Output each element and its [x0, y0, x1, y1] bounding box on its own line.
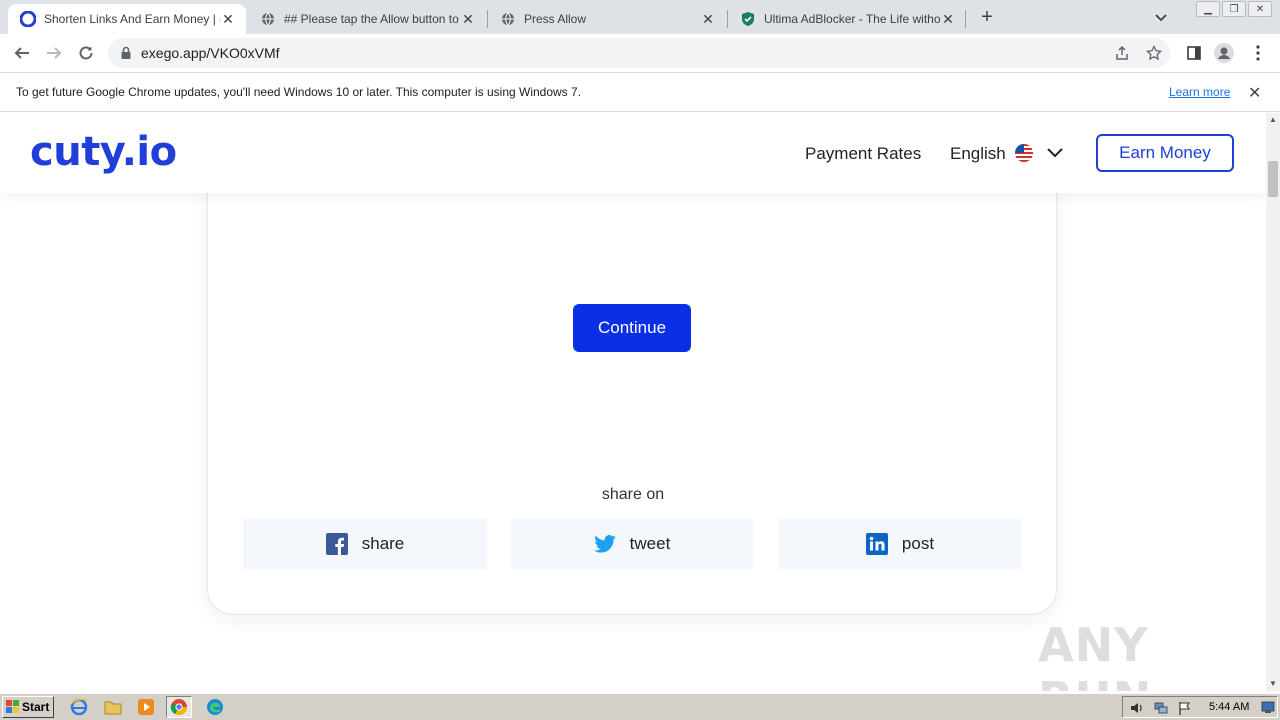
tab-press-allow[interactable]: Press Allow ✕: [488, 4, 726, 34]
language-selector[interactable]: English: [950, 144, 1006, 164]
network-icon[interactable]: [1153, 700, 1169, 720]
update-infobar: To get future Google Chrome updates, you…: [0, 72, 1280, 112]
tab-strip: Shorten Links And Earn Money | cuty ✕ ##…: [0, 0, 1280, 34]
chrome-taskbar-button[interactable]: [166, 696, 192, 718]
tab-close-icon[interactable]: ✕: [220, 11, 236, 27]
linkedin-share-button[interactable]: post: [778, 518, 1022, 570]
post-label: post: [901, 534, 935, 553]
tab-allow-prompt[interactable]: ## Please tap the Allow button to co ✕: [248, 4, 486, 34]
arrow-left-icon: [14, 47, 29, 59]
forward-button[interactable]: [43, 42, 65, 64]
tweet-label: tweet: [629, 534, 671, 553]
tab-close-icon[interactable]: ✕: [940, 11, 956, 27]
start-button[interactable]: Start: [2, 696, 54, 718]
share-icon[interactable]: [1114, 45, 1130, 61]
tab-title: Shorten Links And Earn Money | cuty: [44, 12, 220, 26]
close-icon[interactable]: ✕: [1248, 83, 1261, 103]
chrome-icon: [170, 699, 188, 716]
site-logo[interactable]: cuty.io: [30, 129, 177, 175]
twitter-share-button[interactable]: tweet: [511, 518, 753, 570]
back-button[interactable]: [11, 42, 33, 64]
cuty-favicon-icon: [20, 11, 36, 27]
windows-logo-icon: [6, 700, 19, 713]
restore-button[interactable]: ❐: [1222, 1, 1246, 17]
close-window-button[interactable]: ✕: [1248, 1, 1272, 17]
tab-title: Ultima AdBlocker - The Life without A: [764, 12, 940, 26]
facebook-share-button[interactable]: share: [243, 518, 487, 570]
screen: Shorten Links And Earn Money | cuty ✕ ##…: [0, 0, 1280, 720]
volume-icon[interactable]: [1129, 700, 1145, 720]
lock-icon: [120, 46, 132, 65]
flag-icon[interactable]: [1177, 700, 1193, 720]
address-bar[interactable]: exego.app/VKO0xVMf: [108, 38, 1170, 68]
scroll-down-arrow-icon[interactable]: ▼: [1266, 677, 1280, 691]
us-flag-icon: [1015, 144, 1033, 162]
share-label: share: [361, 534, 405, 553]
internet-explorer-icon[interactable]: [70, 698, 88, 716]
tab-adblocker[interactable]: Ultima AdBlocker - The Life without A ✕: [728, 4, 966, 34]
tab-title: Press Allow: [524, 12, 587, 26]
shield-icon: [740, 11, 756, 27]
chevron-down-icon[interactable]: [1152, 8, 1170, 26]
tab-close-icon[interactable]: ✕: [700, 11, 716, 27]
continue-button[interactable]: Continue: [573, 304, 691, 352]
globe-icon: [500, 11, 516, 27]
scroll-up-arrow-icon[interactable]: ▲: [1266, 113, 1280, 127]
facebook-icon: [325, 533, 348, 555]
page-viewport: cuty.io Payment Rates English Earn Money: [0, 113, 1266, 691]
watermark-text: ANY RUN: [1038, 618, 1151, 691]
star-icon[interactable]: [1145, 44, 1163, 61]
infobar-message: To get future Google Chrome updates, you…: [16, 85, 582, 99]
twitter-icon: [593, 535, 616, 553]
show-desktop-icon[interactable]: [1261, 700, 1275, 719]
scrollbar-thumb[interactable]: [1268, 161, 1278, 197]
side-panel-icon[interactable]: [1184, 43, 1204, 63]
tab-title: ## Please tap the Allow button to co: [284, 12, 460, 26]
earn-money-button[interactable]: Earn Money: [1096, 134, 1234, 172]
linkedin-icon: [865, 533, 888, 555]
folder-icon[interactable]: [104, 698, 122, 716]
tab-close-icon[interactable]: ✕: [460, 11, 476, 27]
windows-taskbar: Start 5:44 AM: [0, 693, 1280, 720]
url-text: exego.app/VKO0xVMf: [141, 45, 280, 61]
clock[interactable]: 5:44 AM: [1209, 701, 1249, 713]
reload-button[interactable]: [75, 42, 97, 64]
window-controls: ▁ ❐ ✕: [1196, 1, 1272, 17]
globe-icon: [260, 11, 276, 27]
system-tray: 5:44 AM: [1122, 696, 1278, 718]
profile-avatar-icon[interactable]: [1214, 43, 1234, 63]
payment-rates-link[interactable]: Payment Rates: [805, 144, 921, 164]
site-header: cuty.io Payment Rates English Earn Money: [0, 113, 1266, 193]
media-player-icon[interactable]: [137, 698, 155, 716]
edge-icon[interactable]: [206, 698, 224, 716]
anyrun-watermark: ANY RUN: [1038, 618, 1266, 691]
browser-toolbar: exego.app/VKO0xVMf: [0, 34, 1280, 72]
chevron-down-icon[interactable]: [1046, 145, 1064, 166]
page-scrollbar[interactable]: ▲ ▼: [1266, 113, 1280, 691]
tab-cuty[interactable]: Shorten Links And Earn Money | cuty ✕: [8, 4, 246, 34]
minimize-button[interactable]: ▁: [1196, 1, 1220, 17]
kebab-menu-icon[interactable]: [1248, 43, 1268, 63]
start-label: Start: [22, 700, 50, 714]
learn-more-link[interactable]: Learn more: [1169, 85, 1230, 99]
reload-icon: [79, 46, 93, 60]
new-tab-button[interactable]: +: [976, 6, 998, 28]
tab-separator: [965, 10, 966, 28]
content-card: Continue share on share tweet post: [207, 173, 1057, 615]
arrow-right-icon: [47, 47, 62, 59]
share-heading: share on: [601, 486, 665, 503]
